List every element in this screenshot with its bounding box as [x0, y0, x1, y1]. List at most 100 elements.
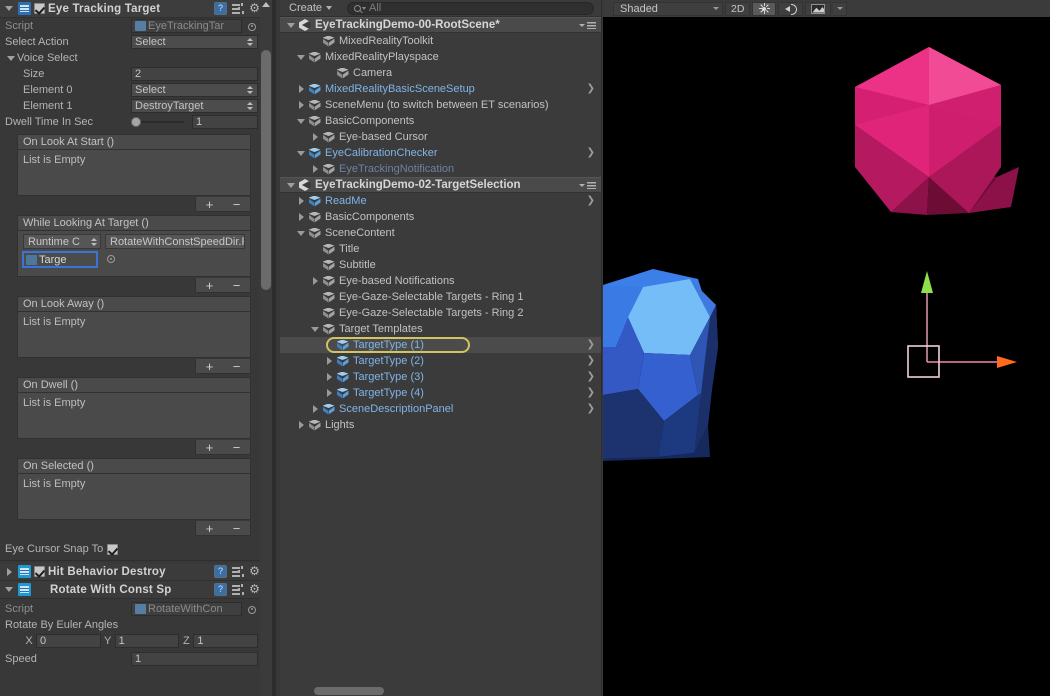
toggle-scene-lighting[interactable]	[752, 1, 777, 16]
dropdown-shading-mode[interactable]: Shaded	[613, 1, 723, 16]
dropdown-select-action[interactable]: Select	[131, 35, 258, 49]
expand-arrow[interactable]	[294, 118, 308, 124]
inspector-scrollbar[interactable]	[260, 0, 272, 696]
component-header-rotate-with-const-speed[interactable]: Rotate With Const Sp ? ⚙	[0, 581, 264, 599]
prefab-open-chevron-icon[interactable]: ❯	[587, 84, 595, 94]
inspector-scrollbar-thumb[interactable]	[261, 50, 271, 290]
expand-arrow[interactable]	[308, 405, 322, 413]
prefab-open-chevron-icon[interactable]: ❯	[587, 196, 595, 206]
hierarchy-row[interactable]: TargetType (2) ❯	[280, 353, 602, 369]
input-speed[interactable]: 1	[131, 652, 258, 666]
toggle-image-effects[interactable]	[805, 1, 832, 16]
hierarchy-row[interactable]: SceneMenu (to switch between ET scenario…	[280, 97, 602, 113]
help-icon[interactable]: ?	[214, 565, 227, 578]
slider-knob[interactable]	[131, 117, 141, 127]
hierarchy-row[interactable]: Eye-Gaze-Selectable Targets - Ring 2	[280, 305, 602, 321]
component-header-hit-behavior-destroy[interactable]: Hit Behavior Destroy ? ⚙	[0, 563, 264, 581]
dropdown-function[interactable]: RotateWithConstSpeedDir.R	[105, 234, 245, 249]
prefab-open-chevron-icon[interactable]: ❯	[587, 404, 595, 414]
expand-arrow[interactable]	[308, 326, 322, 332]
component-header-eye-tracking-target[interactable]: Eye Tracking Target ? ⚙	[0, 0, 264, 18]
expand-arrow[interactable]	[294, 197, 308, 205]
prefab-open-chevron-icon[interactable]: ❯	[587, 356, 595, 366]
expand-arrow[interactable]	[294, 230, 308, 236]
dropdown-runtime-mode[interactable]: Runtime C	[23, 234, 101, 249]
checkbox-eye-cursor-snap-to[interactable]	[107, 543, 119, 555]
scroll-up-arrow-icon[interactable]	[262, 2, 270, 7]
hierarchy-row[interactable]: MixedRealityBasicSceneSetup ❯	[280, 81, 602, 97]
object-picker-icon[interactable]	[245, 603, 258, 616]
object-picker-icon[interactable]	[104, 252, 117, 265]
hierarchy-row[interactable]: Camera	[280, 65, 602, 81]
event-remove-button[interactable]: −	[231, 360, 243, 373]
help-icon[interactable]: ?	[214, 2, 227, 15]
hierarchy-row[interactable]: SceneContent	[280, 225, 602, 241]
expand-arrow[interactable]	[294, 54, 308, 60]
expand-arrow[interactable]	[294, 150, 308, 156]
event-remove-button[interactable]: −	[231, 441, 243, 454]
hierarchy-row[interactable]: EyeTrackingNotification	[280, 161, 602, 177]
event-remove-button[interactable]: −	[231, 522, 243, 535]
scene-foldout[interactable]	[285, 179, 297, 191]
hierarchy-row[interactable]: BasicComponents	[280, 209, 602, 225]
dropdown-element-1[interactable]: DestroyTarget	[131, 99, 258, 113]
prefab-open-chevron-icon[interactable]: ❯	[587, 148, 595, 158]
component-enable-checkbox[interactable]	[34, 566, 45, 577]
hierarchy-row[interactable]: Subtitle	[280, 257, 602, 273]
hierarchy-row[interactable]: SceneDescriptionPanel ❯	[280, 401, 602, 417]
object-picker-icon[interactable]	[245, 20, 258, 33]
preset-icon[interactable]	[231, 2, 244, 15]
event-add-button[interactable]: +	[204, 198, 216, 211]
hierarchy-row[interactable]: Eye-Gaze-Selectable Targets - Ring 1	[280, 289, 602, 305]
scene-foldout[interactable]	[285, 19, 297, 31]
scene-view-canvas[interactable]	[603, 17, 1050, 696]
expand-arrow[interactable]	[294, 85, 308, 93]
prefab-open-chevron-icon[interactable]: ❯	[587, 372, 595, 382]
preset-icon[interactable]	[231, 583, 244, 596]
expand-arrow[interactable]	[308, 165, 322, 173]
expand-arrow[interactable]	[322, 357, 336, 365]
scene-row[interactable]: EyeTrackingDemo-00-RootScene*	[280, 17, 602, 33]
event-add-button[interactable]: +	[204, 522, 216, 535]
hierarchy-horizontal-scrollbar[interactable]	[314, 687, 384, 695]
expand-arrow[interactable]	[294, 421, 308, 429]
hierarchy-row[interactable]: TargetType (3) ❯	[280, 369, 602, 385]
help-icon[interactable]: ?	[214, 583, 227, 596]
input-dwell-time-value[interactable]: 1	[192, 115, 258, 129]
scene-context-menu-button[interactable]	[579, 182, 596, 189]
component-enable-checkbox[interactable]	[34, 3, 45, 14]
dropdown-element-0[interactable]: Select	[131, 83, 258, 97]
scene-context-menu-button[interactable]	[579, 22, 596, 29]
hierarchy-row[interactable]: ReadMe ❯	[280, 193, 602, 209]
hierarchy-row[interactable]: Lights	[280, 417, 602, 433]
dropdown-effects-menu[interactable]	[833, 1, 848, 16]
event-remove-button[interactable]: −	[231, 279, 243, 292]
hierarchy-row[interactable]: Title	[280, 241, 602, 257]
hierarchy-row-selected[interactable]: TargetType (1) ❯	[280, 337, 602, 353]
row-voice-select[interactable]: Voice Select	[0, 50, 264, 66]
hierarchy-row[interactable]: MixedRealityPlayspace	[280, 49, 602, 65]
expand-arrow[interactable]	[294, 213, 308, 221]
hierarchy-row[interactable]: EyeCalibrationChecker ❯	[280, 145, 602, 161]
prefab-open-chevron-icon[interactable]: ❯	[587, 388, 595, 398]
input-euler-x[interactable]: 0	[36, 634, 101, 648]
expand-arrow[interactable]	[322, 373, 336, 381]
event-add-button[interactable]: +	[204, 360, 216, 373]
input-euler-y[interactable]: 1	[114, 634, 180, 648]
input-euler-z[interactable]: 1	[193, 634, 259, 648]
foldout-eye-tracking-target[interactable]	[3, 3, 15, 15]
event-remove-button[interactable]: −	[231, 198, 243, 211]
foldout-rotate-with-const-speed[interactable]	[3, 584, 15, 596]
slider-track[interactable]	[131, 117, 184, 127]
preset-icon[interactable]	[231, 565, 244, 578]
input-size[interactable]: 2	[131, 67, 258, 81]
expand-arrow[interactable]	[308, 133, 322, 141]
hierarchy-row[interactable]: BasicComponents	[280, 113, 602, 129]
hierarchy-row[interactable]: TargetType (4) ❯	[280, 385, 602, 401]
slider-dwell-time[interactable]	[131, 117, 192, 127]
toggle-2d-mode[interactable]: 2D	[725, 1, 751, 16]
foldout-hit-behavior-destroy[interactable]	[3, 566, 15, 578]
expand-arrow[interactable]	[322, 389, 336, 397]
toggle-scene-audio[interactable]	[778, 1, 804, 16]
expand-arrow[interactable]	[294, 101, 308, 109]
